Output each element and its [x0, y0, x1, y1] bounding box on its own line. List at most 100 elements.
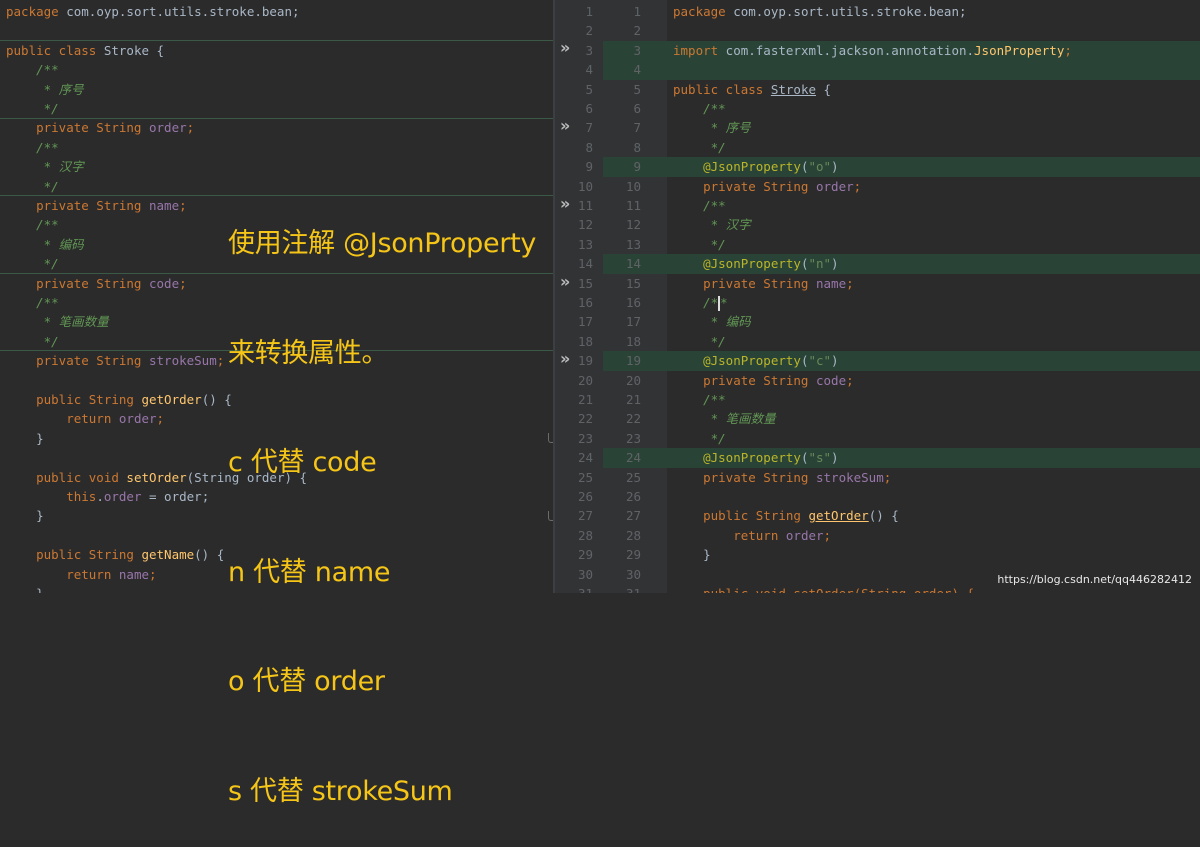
left-line-number: 21 — [577, 392, 593, 407]
code-line: private String order; — [673, 178, 862, 194]
left-line-number: 2 — [585, 23, 593, 39]
left-line-number: 10 — [577, 178, 593, 194]
left-line-number: 12 — [577, 217, 593, 233]
left-line-number: 18 — [577, 333, 593, 349]
code-line: private String order; — [6, 120, 195, 136]
overlay-line: n 代替 name — [228, 556, 391, 588]
code-line: return order; — [673, 527, 832, 543]
right-line-number: 14 — [625, 256, 641, 272]
code-line: */ — [673, 333, 726, 349]
left-line-number: 7 — [585, 120, 593, 136]
right-line-number: 5 — [633, 81, 641, 97]
left-line-number: 3 — [585, 42, 593, 58]
right-line-number: 7 — [633, 120, 641, 136]
diff-gutter: » » » » » 1 2 3 4 5 6 7 8 9 10 11 12 13 14 15 16 17 18 19 2… — [555, 0, 667, 593]
overlay-line: 来转换属性。 — [228, 337, 389, 369]
code-line: * 序号 — [6, 81, 84, 97]
code-line: public String getOrder() { — [673, 508, 899, 524]
right-editor-pane[interactable]: package com.oyp.sort.utils.stroke.bean; … — [667, 0, 1200, 593]
right-line-number: 22 — [625, 411, 641, 427]
code-line: * 汉字 — [673, 217, 751, 233]
left-line-number: 8 — [585, 139, 593, 155]
left-line-number: 20 — [577, 372, 593, 388]
left-line-number: 23 — [577, 430, 593, 446]
right-line-number: 28 — [625, 527, 641, 543]
code-line: public class Stroke { — [673, 81, 832, 97]
left-line-number: 31 — [555, 584, 593, 593]
left-line-number: 29 — [577, 547, 593, 563]
code-line: package com.oyp.sort.utils.stroke.bean; — [6, 4, 300, 19]
code-line: /** — [673, 198, 726, 213]
right-line-number: 24 — [625, 450, 641, 466]
left-line-number: 4 — [585, 62, 593, 78]
code-line: * 序号 — [673, 120, 751, 136]
right-line-number: 4 — [633, 62, 641, 78]
diff-separator — [0, 40, 553, 41]
code-line: } — [673, 547, 711, 563]
code-line: public class Stroke { — [6, 42, 165, 58]
overlay-line: c 代替 code — [228, 447, 377, 478]
right-line-number: 16 — [625, 295, 641, 310]
right-line-number: 29 — [625, 547, 641, 563]
right-line-number: 11 — [625, 198, 641, 213]
left-line-number: 27 — [577, 508, 593, 524]
code-line: private String strokeSum; — [673, 469, 892, 485]
code-line: private String code; — [673, 372, 854, 388]
overlay-line: o 代替 order — [228, 666, 385, 697]
code-line: /** — [6, 62, 59, 78]
right-line-number: 1 — [633, 4, 641, 19]
left-line-number: 24 — [577, 450, 593, 466]
code-line: @JsonProperty("c") — [667, 351, 1200, 371]
left-line-number: 17 — [577, 314, 593, 330]
right-line-number: 3 — [633, 42, 641, 58]
left-line-number: 30 — [577, 566, 593, 582]
code-line — [667, 60, 1200, 80]
code-line: /** — [673, 295, 728, 311]
right-line-number: 23 — [625, 430, 641, 446]
right-line-number: 25 — [625, 469, 641, 485]
annotation-overlay: 使用注解 @JsonProperty 来转换属性。 c 代替 code n 代替… — [228, 153, 536, 847]
right-line-number: 30 — [625, 566, 641, 582]
right-line-number: 12 — [625, 217, 641, 233]
left-line-number: 25 — [577, 469, 593, 485]
code-line: /** — [673, 101, 726, 116]
right-line-number: 15 — [625, 275, 641, 291]
right-line-number: 6 — [633, 101, 641, 116]
right-line-number: 9 — [633, 159, 641, 175]
diff-separator — [0, 118, 553, 119]
code-line: */ — [673, 236, 726, 252]
left-line-number: 1 — [585, 4, 593, 19]
right-line-number: 27 — [625, 508, 641, 524]
left-line-number: 5 — [585, 81, 593, 97]
code-line: * 笔画数量 — [673, 411, 776, 427]
right-line-number: 26 — [625, 489, 641, 504]
code-line: * 编码 — [673, 314, 751, 330]
left-line-number: 22 — [577, 411, 593, 427]
right-line-number: 21 — [625, 392, 641, 407]
left-line-number: 14 — [577, 256, 593, 272]
right-line-number: 31 — [603, 584, 641, 593]
left-line-number: 6 — [585, 101, 593, 116]
code-line: @JsonProperty("s") — [667, 448, 1200, 468]
left-line-number: 19 — [577, 353, 593, 369]
code-line: */ — [673, 430, 726, 446]
code-line: */ — [673, 139, 726, 155]
right-line-number: 10 — [625, 178, 641, 194]
right-line-number: 18 — [625, 333, 641, 349]
code-line: @JsonProperty("n") — [667, 254, 1200, 274]
code-line: private String name; — [673, 275, 854, 291]
code-line: package com.oyp.sort.utils.stroke.bean; — [673, 4, 967, 19]
right-line-number: 19 — [625, 353, 641, 369]
code-line: @JsonProperty("o") — [667, 157, 1200, 177]
code-line: */ — [6, 101, 59, 116]
left-line-number: 15 — [577, 275, 593, 291]
right-line-number: 20 — [625, 372, 641, 388]
left-line-number: 26 — [577, 489, 593, 504]
code-line: import com.fasterxml.jackson.annotation.… — [667, 40, 1200, 61]
left-line-number: 11 — [577, 198, 593, 213]
code-line: /** — [673, 392, 726, 407]
right-line-number: 17 — [625, 314, 641, 330]
right-line-number: 2 — [633, 23, 641, 39]
right-line-number: 8 — [633, 139, 641, 155]
left-line-number: 16 — [577, 295, 593, 310]
